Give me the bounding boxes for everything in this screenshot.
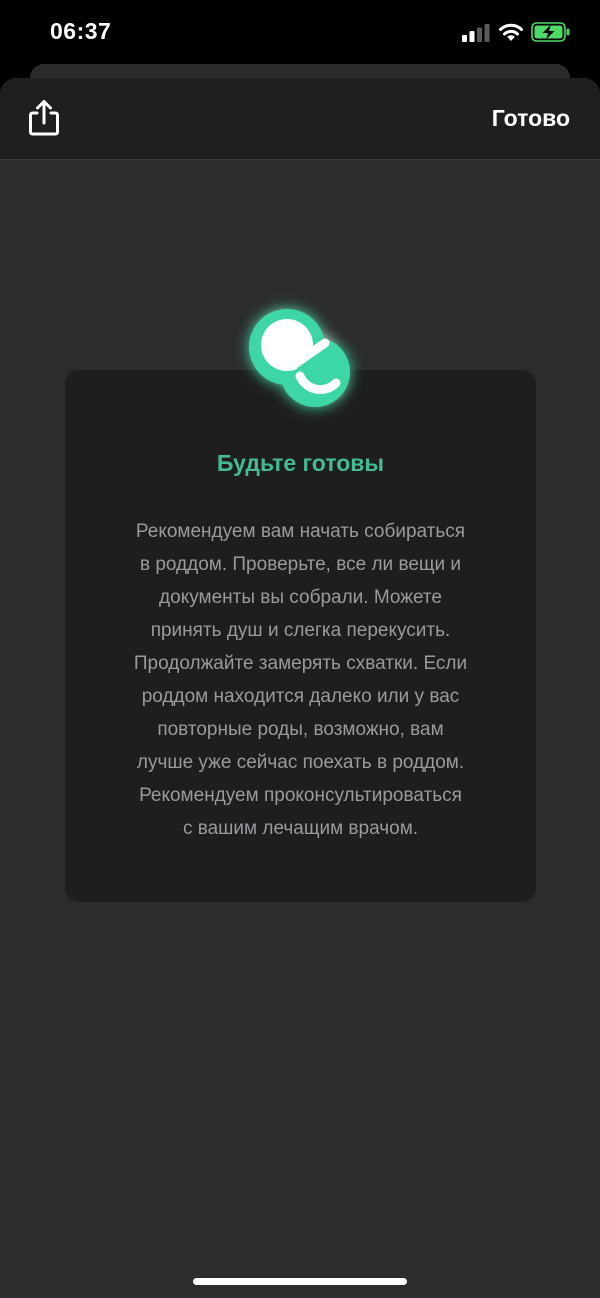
pacifier-icon [249, 309, 350, 407]
card-body-line: лучше уже сейчас поехать в роддом. [136, 752, 465, 773]
home-indicator[interactable] [193, 1278, 407, 1285]
status-time: 06:37 [50, 18, 112, 44]
card-body: Рекомендуем вам начать собираться в родд… [95, 515, 506, 845]
battery-charging-icon [531, 22, 570, 42]
card-body-line: повторные роды, возможно, вам [157, 719, 444, 740]
card-body-line: Рекомендуем проконсультироваться [139, 785, 462, 806]
card-body-line: Рекомендуем вам начать собираться [135, 521, 466, 542]
card-body-line: принять душ и слегка перекусить. [150, 620, 451, 641]
status-bar: 06:37 [0, 0, 600, 64]
card-body-line: в роддом. Проверьте, все ли вещи и [139, 554, 462, 575]
card-body-line: с вашим лечащим врачом. [182, 818, 419, 839]
share-button[interactable] [24, 98, 64, 138]
info-card: Будьте готовы Рекомендуем вам начать соб… [65, 370, 536, 902]
nav-bar: Готово [0, 78, 600, 160]
wifi-icon [499, 23, 523, 41]
card-body-line: Продолжайте замерять схватки. Если [133, 653, 468, 674]
done-button[interactable]: Готово [492, 105, 570, 132]
card-title: Будьте готовы [216, 450, 385, 476]
card-body-line: роддом находится далеко или у вас [141, 686, 460, 707]
screen: 06:37 Готово Будьте готовы Рекомендуем в… [0, 0, 600, 1298]
share-icon [29, 100, 59, 136]
signal-icon [462, 24, 490, 42]
card-body-line: документы вы собрали. Можете [159, 587, 442, 608]
